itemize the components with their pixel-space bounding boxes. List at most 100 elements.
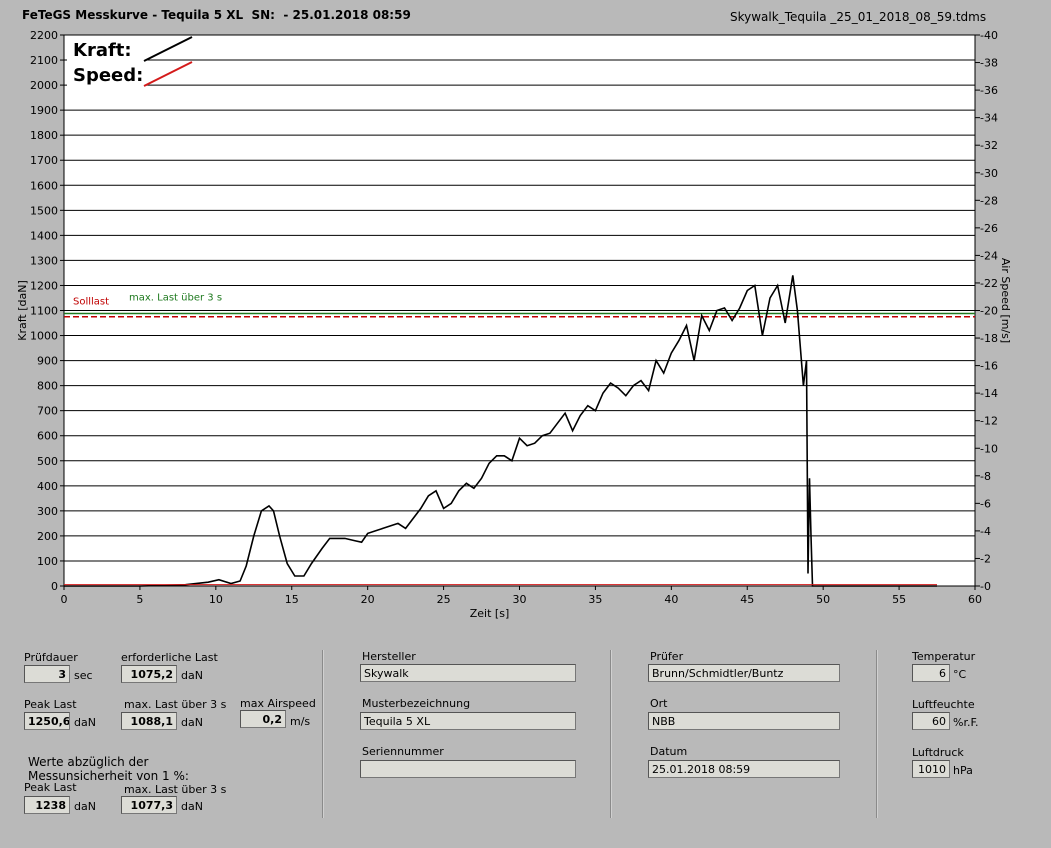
erf-last-unit: daN xyxy=(181,669,203,682)
werte-note-line1: Werte abzüglich der xyxy=(28,755,149,769)
datum-label: Datum xyxy=(650,745,688,758)
x-tick-label: 45 xyxy=(740,593,754,606)
luftdruck-field: 1010 xyxy=(912,760,950,778)
solllast-label: Solllast xyxy=(73,297,109,308)
y2-tick-label: -0 xyxy=(980,580,991,593)
datum-field: 25.01.2018 08:59 xyxy=(648,760,840,778)
chart-title: FeTeGS Messkurve - Tequila 5 XL SN: - 25… xyxy=(22,8,411,22)
x-tick-label: 5 xyxy=(136,593,143,606)
y-tick-label: 1800 xyxy=(30,129,58,142)
y-tick-label: 1600 xyxy=(30,179,58,192)
y2-tick-label: -6 xyxy=(980,497,991,510)
hersteller-label: Hersteller xyxy=(362,650,416,663)
y2-tick-label: -16 xyxy=(980,360,998,373)
y2-tick-label: -12 xyxy=(980,415,998,428)
pruefer-field: Brunn/Schmidtler/Buntz xyxy=(648,664,840,682)
x-tick-label: 30 xyxy=(513,593,527,606)
max-last-3s-corr-unit: daN xyxy=(181,800,203,813)
x-tick-label: 0 xyxy=(61,593,68,606)
muster-field: Tequila 5 XL xyxy=(360,712,576,730)
y-tick-label: 700 xyxy=(37,405,58,418)
x-tick-label: 40 xyxy=(664,593,678,606)
x-tick-label: 55 xyxy=(892,593,906,606)
y-tick-label: 800 xyxy=(37,380,58,393)
pruefdauer-field: 3 xyxy=(24,665,70,683)
y2-tick-label: -40 xyxy=(980,29,998,42)
ort-label: Ort xyxy=(650,697,668,710)
y2-tick-label: -36 xyxy=(980,84,998,97)
temperatur-field: 6 xyxy=(912,664,950,682)
y-tick-label: 400 xyxy=(37,480,58,493)
y2-tick-label: -30 xyxy=(980,167,998,180)
erf-last-label: erforderliche Last xyxy=(121,651,218,664)
x-tick-label: 60 xyxy=(968,593,982,606)
peak-last-label: Peak Last xyxy=(24,698,77,711)
temperatur-unit: °C xyxy=(953,668,967,681)
y2-tick-label: -18 xyxy=(980,332,998,345)
hersteller-field: Skywalk xyxy=(360,664,576,682)
y2-tick-label: -24 xyxy=(980,249,998,262)
y-tick-label: 1700 xyxy=(30,154,58,167)
seriennummer-label: Seriennummer xyxy=(362,745,444,758)
erf-last-field: 1075,2 xyxy=(121,665,177,683)
x-tick-label: 50 xyxy=(816,593,830,606)
max-airspeed-unit: m/s xyxy=(290,715,311,728)
x-tick-label: 10 xyxy=(209,593,223,606)
peak-last-corr-unit: daN xyxy=(74,800,96,813)
pruefdauer-label: Prüfdauer xyxy=(24,651,78,664)
y-tick-label: 2200 xyxy=(30,29,58,42)
y2-tick-label: -38 xyxy=(980,57,998,70)
y-tick-label: 200 xyxy=(37,530,58,543)
y-tick-label: 300 xyxy=(37,505,58,518)
peak-last-corr-field: 1238 xyxy=(24,796,70,814)
y-tick-label: 1500 xyxy=(30,204,58,217)
max-last-3s-corr-field: 1077,3 xyxy=(121,796,177,814)
panel-divider xyxy=(610,650,612,818)
y2-tick-label: -14 xyxy=(980,387,998,400)
max-last-3s-unit: daN xyxy=(181,716,203,729)
luftfeuchte-unit: %r.F. xyxy=(953,716,979,729)
y-tick-label: 100 xyxy=(37,555,58,568)
pruefdauer-unit: sec xyxy=(74,669,93,682)
temperatur-label: Temperatur xyxy=(912,650,976,663)
max-last-label: max. Last über 3 s xyxy=(129,293,222,304)
y2-tick-label: -4 xyxy=(980,525,991,538)
seriennummer-field xyxy=(360,760,576,778)
x-tick-label: 35 xyxy=(588,593,602,606)
x-axis-label: Zeit [s] xyxy=(470,607,509,620)
luftdruck-unit: hPa xyxy=(953,764,973,777)
x-tick-label: 20 xyxy=(361,593,375,606)
ort-field: NBB xyxy=(648,712,840,730)
luftdruck-label: Luftdruck xyxy=(912,746,964,759)
x-tick-label: 25 xyxy=(437,593,451,606)
legend-kraft-label: Kraft: xyxy=(73,40,132,61)
file-name: Skywalk_Tequila _25_01_2018_08_59.tdms xyxy=(730,10,987,24)
y-tick-label: 900 xyxy=(37,355,58,368)
y-tick-label: 1000 xyxy=(30,330,58,343)
y2-tick-label: -2 xyxy=(980,552,991,565)
peak-last-corr-label: Peak Last xyxy=(24,781,77,794)
y-tick-label: 600 xyxy=(37,430,58,443)
y-tick-label: 2000 xyxy=(30,79,58,92)
peak-last-field: 1250,6 xyxy=(24,712,70,730)
y-tick-label: 1300 xyxy=(30,254,58,267)
luftfeuchte-field: 60 xyxy=(912,712,950,730)
y-tick-label: 1400 xyxy=(30,229,58,242)
x-tick-label: 15 xyxy=(285,593,299,606)
muster-label: Musterbezeichnung xyxy=(362,697,471,710)
y-tick-label: 1900 xyxy=(30,104,58,117)
luftfeuchte-label: Luftfeuchte xyxy=(912,698,975,711)
y2-tick-label: -34 xyxy=(980,112,998,125)
pruefer-label: Prüfer xyxy=(650,650,684,663)
y-axis-label: Kraft [daN] xyxy=(16,280,29,341)
y2-tick-label: -10 xyxy=(980,442,998,455)
y2-axis-label: Air Speed [m/s] xyxy=(999,258,1012,343)
panel-divider xyxy=(876,650,878,818)
y-tick-label: 2100 xyxy=(30,54,58,67)
max-last-3s-label: max. Last über 3 s xyxy=(124,698,227,711)
y2-tick-label: -8 xyxy=(980,470,991,483)
max-last-3s-corr-label: max. Last über 3 s xyxy=(124,783,227,796)
legend-speed-label: Speed: xyxy=(73,65,143,86)
max-airspeed-label: max Airspeed xyxy=(240,697,316,710)
y2-tick-label: -22 xyxy=(980,277,998,290)
